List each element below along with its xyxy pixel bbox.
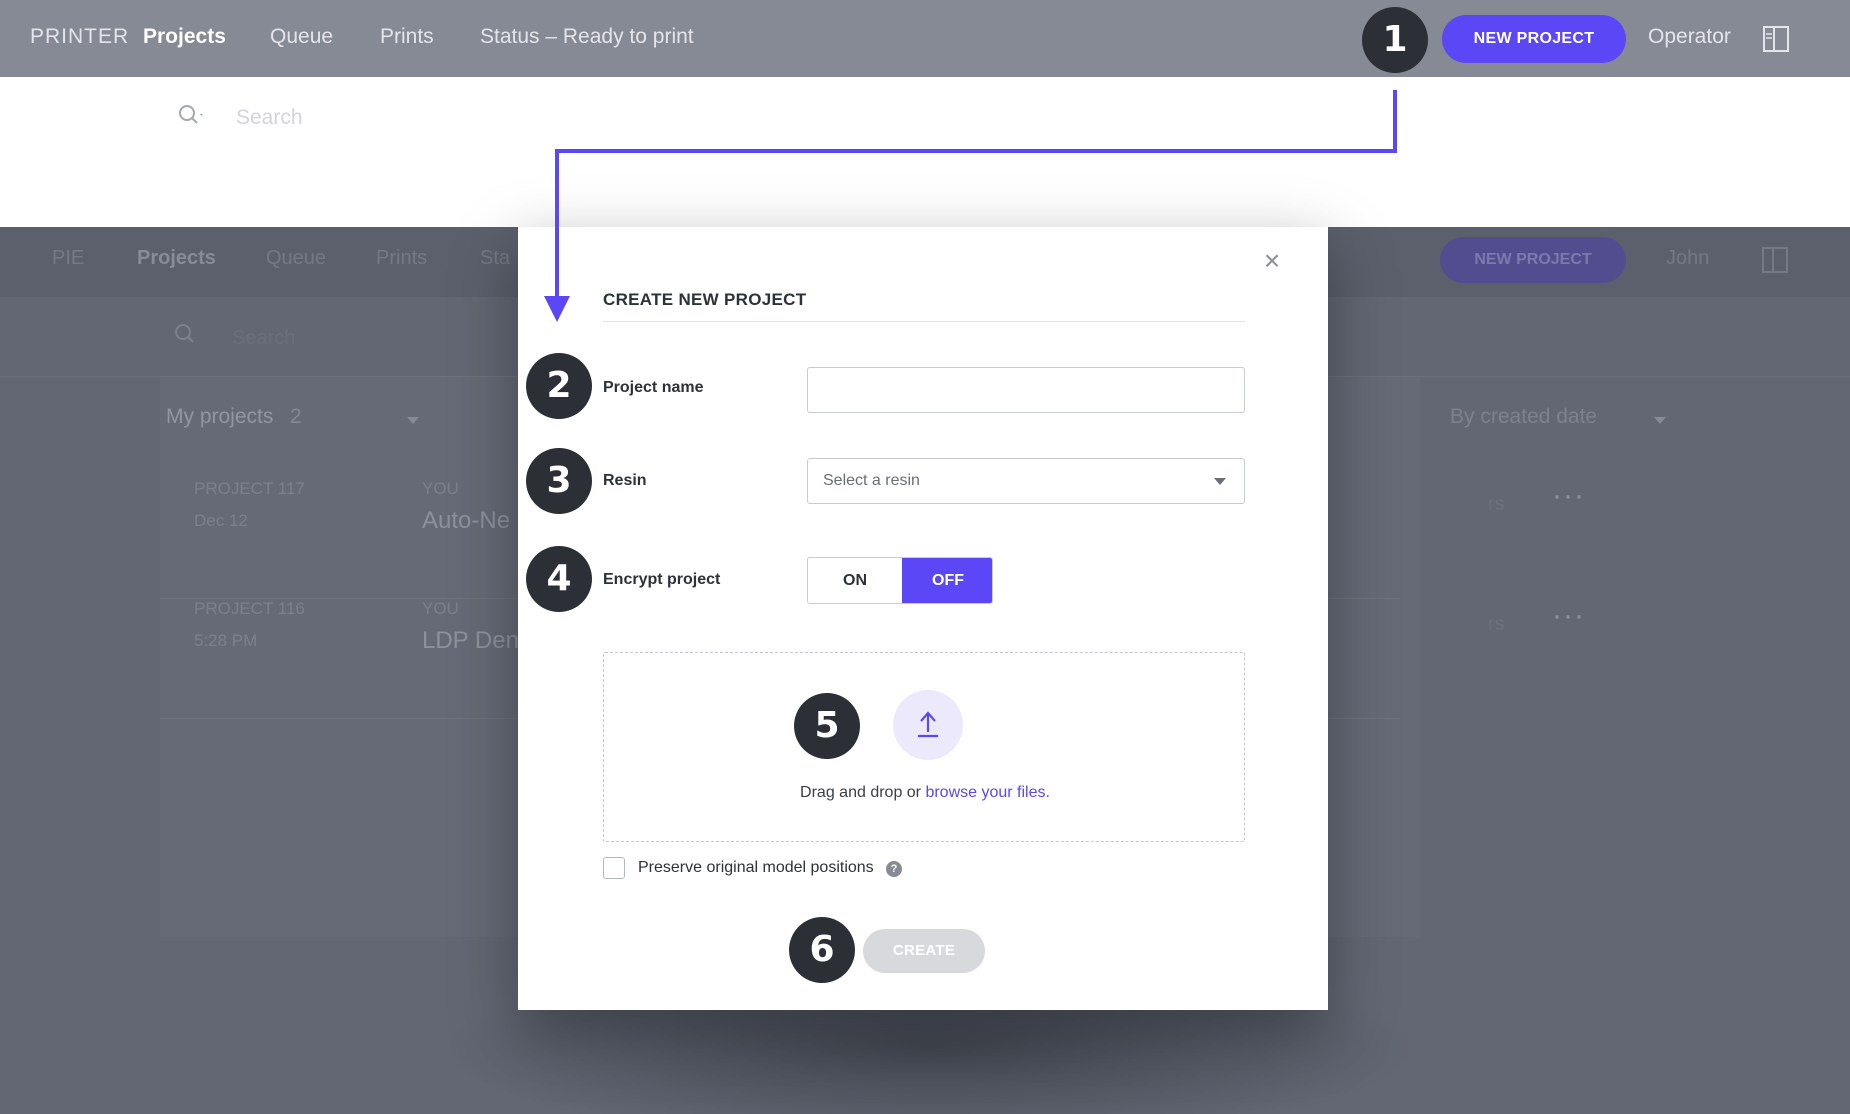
browse-files-link[interactable]: browse your files. (925, 784, 1050, 801)
encrypt-toggle[interactable]: ON OFF (807, 557, 993, 604)
panel-layout-icon[interactable] (1763, 26, 1789, 52)
bg-project-count: 2 (290, 405, 302, 428)
resin-label: Resin (603, 472, 647, 489)
bg-brand: PIE (52, 247, 85, 269)
encrypt-on-option[interactable]: ON (808, 558, 902, 603)
upload-button[interactable] (893, 690, 963, 760)
bg-sort-chevron-icon (1654, 417, 1666, 424)
bg-project-owner: YOU (422, 599, 459, 618)
file-drop-zone[interactable]: Drag and drop or browse your files. (603, 652, 1245, 842)
bg-nav-projects: Projects (137, 247, 216, 269)
create-project-dialog: × CREATE NEW PROJECT Project name Resin … (518, 227, 1328, 1010)
bg-project-name: LDP Den (422, 627, 519, 654)
bg-project-date: 5:28 PM (194, 631, 258, 650)
nav-prints[interactable]: Prints (380, 25, 434, 49)
step-badge-4: 4 (526, 546, 592, 612)
bg-row-info: rs (1488, 613, 1505, 635)
bg-new-project-button: NEW PROJECT (1440, 237, 1626, 283)
preserve-positions-label: Preserve original model positions (638, 859, 874, 876)
drop-instructions: Drag and drop or browse your files. (604, 784, 1246, 802)
bg-search-icon (175, 324, 194, 343)
step-badge-3: 3 (526, 448, 592, 514)
help-icon[interactable]: ? (886, 861, 902, 877)
bg-project-id: PROJECT 117 (194, 479, 305, 498)
bg-project-id: PROJECT 116 (194, 599, 305, 618)
nav-queue[interactable]: Queue (270, 25, 333, 49)
create-button[interactable]: CREATE (863, 929, 985, 973)
preserve-positions-checkbox[interactable] (603, 857, 625, 879)
drop-text: Drag and drop or (800, 784, 926, 801)
chevron-down-icon (1214, 478, 1226, 485)
printer-status: Status – Ready to print (480, 25, 694, 48)
project-name-input[interactable] (807, 367, 1245, 413)
bg-project-name: Auto-Ne (422, 507, 511, 534)
bg-nav-prints: Prints (376, 247, 428, 269)
top-app-bar: PRINTER Projects Queue Prints Status – R… (0, 0, 1850, 77)
bg-chevron-down-icon (407, 417, 419, 424)
brand-label: PRINTER (30, 25, 130, 48)
bg-user: John (1666, 247, 1710, 269)
resin-select[interactable]: Select a resin (807, 458, 1245, 504)
bg-nav-queue: Queue (266, 247, 327, 269)
title-divider (603, 321, 1245, 322)
step-badge-1: 1 (1362, 7, 1428, 73)
bg-row-info: rs (1488, 493, 1505, 515)
project-name-label: Project name (603, 379, 704, 396)
bg-sort-label: By created date (1450, 405, 1598, 428)
bg-my-projects-label: My projects (166, 405, 274, 428)
search-icon (179, 105, 203, 124)
bg-project-owner: YOU (422, 479, 459, 498)
close-icon[interactable]: × (1260, 247, 1284, 275)
search-input[interactable]: Search (236, 106, 303, 130)
dialog-title: CREATE NEW PROJECT (603, 290, 807, 309)
bg-panel-layout-icon (1762, 247, 1788, 273)
nav-projects[interactable]: Projects (143, 25, 226, 49)
step-badge-6: 6 (789, 917, 855, 983)
bg-status: Sta (480, 247, 511, 269)
bg-more-icon: ··· (1552, 479, 1585, 512)
search-bar: Search (0, 77, 1850, 227)
step-badge-2: 2 (526, 353, 592, 419)
bg-search-input: Search (232, 327, 296, 349)
encrypt-off-option[interactable]: OFF (902, 558, 992, 603)
resin-select-placeholder: Select a resin (823, 472, 920, 489)
bg-more-icon: ··· (1552, 599, 1585, 632)
encrypt-label: Encrypt project (603, 571, 721, 588)
step-badge-5: 5 (794, 693, 860, 759)
new-project-button[interactable]: NEW PROJECT (1442, 15, 1626, 63)
upload-icon (918, 711, 938, 738)
bg-project-date: Dec 12 (194, 511, 248, 530)
user-menu[interactable]: Operator (1648, 25, 1731, 49)
